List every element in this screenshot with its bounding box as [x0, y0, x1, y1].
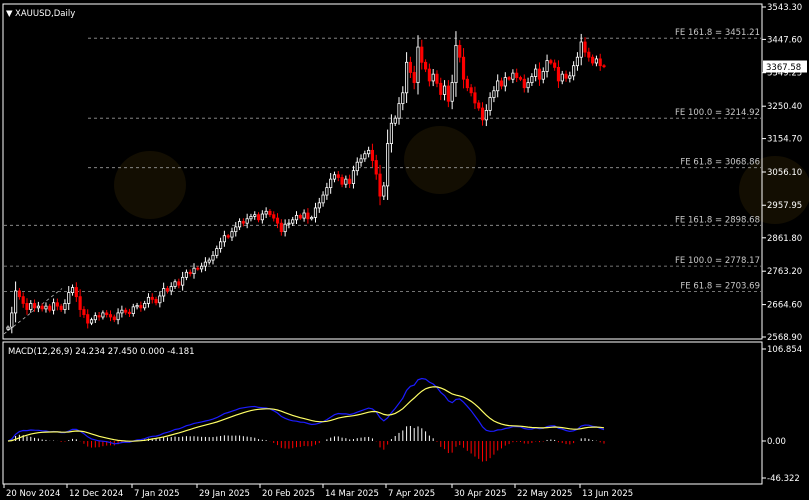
fib-level-label: FE 161.8 = 2898.68 — [675, 215, 760, 225]
price-axis-label: 3543.30 — [767, 3, 802, 13]
price-axis-label: 2957.95 — [767, 201, 802, 211]
time-axis-label: 12 Dec 2024 — [69, 489, 123, 499]
price-axis-label: 2568.90 — [767, 333, 802, 343]
fib-level-label: FE 61.8 = 2703.69 — [680, 281, 760, 291]
time-axis-label: 29 Jan 2025 — [199, 489, 250, 499]
time-axis-label: 20 Feb 2025 — [262, 489, 315, 499]
time-axis-label: 20 Nov 2024 — [6, 489, 60, 499]
chart-title-arrow: ▼ — [6, 9, 13, 19]
macd-axis-label: 106.854 — [767, 345, 802, 355]
current-price-marker: 3367.58 — [763, 60, 807, 73]
time-axis-label: 30 Apr 2025 — [454, 489, 507, 499]
macd-label: MACD(12,26,9) 24.234 27.450 0.000 -4.181 — [8, 347, 195, 357]
price-axis-label: 3447.60 — [767, 35, 802, 45]
time-axis-label: 13 Jun 2025 — [582, 489, 633, 499]
time-axis-label: 7 Apr 2025 — [388, 489, 435, 499]
price-axis-label: 3154.70 — [767, 135, 802, 145]
fib-level-label: FE 161.8 = 3451.21 — [675, 28, 760, 38]
trading-chart[interactable]: FE 161.8 = 3451.21 FE 100.0 = 3214.92 FE 6… — [0, 0, 809, 500]
price-axis-label: 3250.40 — [767, 102, 802, 112]
time-axis-label: 14 Mar 2025 — [325, 489, 379, 499]
time-axis-label: 7 Jan 2025 — [134, 489, 180, 499]
fib-level-label: FE 100.0 = 2778.17 — [675, 256, 760, 266]
price-axis-label: 3056.10 — [767, 168, 802, 178]
time-axis-label: 22 May 2025 — [517, 489, 572, 499]
price-axis-label: 2664.60 — [767, 301, 802, 311]
macd-axis-label: -46.322 — [767, 474, 800, 484]
symbol-label: XAUUSD,Daily — [15, 9, 75, 19]
price-axis-label: 2861.80 — [767, 234, 802, 244]
fib-level-label: FE 61.8 = 3068.86 — [680, 158, 760, 168]
fib-level-label: FE 100.0 = 3214.92 — [675, 108, 760, 118]
current-price-label: 3367.58 — [766, 63, 801, 73]
macd-axis-label: 0.00 — [767, 437, 786, 447]
price-axis-label: 2763.20 — [767, 267, 802, 277]
